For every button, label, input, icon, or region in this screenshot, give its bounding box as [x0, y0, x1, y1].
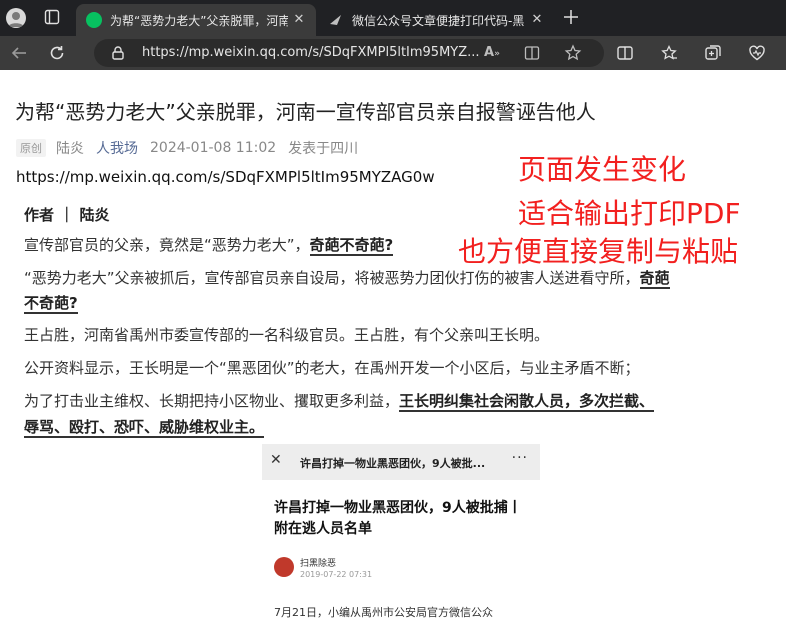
site-favicon-icon — [328, 12, 344, 28]
paragraph-1-emphasis: 奇葩不奇葩? — [309, 236, 394, 256]
card-account: 扫黑除恶 — [300, 559, 337, 569]
favorites-icon[interactable] — [660, 44, 678, 62]
back-arrow-icon[interactable] — [10, 44, 28, 62]
author-name: 陆炎 — [56, 141, 84, 157]
paragraph-5-text: 为了打击业主维权、长期把持小区物业、攫取更多利益， — [24, 392, 400, 410]
paragraph-2-cont: 不奇葩? — [24, 292, 78, 314]
paragraph-1: 宣传部官员的父亲，竟然是“恶势力老大”，奇葩不奇葩? — [24, 234, 394, 256]
paragraph-1-text: 宣传部官员的父亲，竟然是“恶势力老大”， — [24, 236, 310, 254]
original-badge: 原创 — [16, 139, 46, 157]
tab-article[interactable]: 为帮“恶势力老大”父亲脱罪，河南 ✕ — [76, 4, 316, 36]
tab-bar: 为帮“恶势力老大”父亲脱罪，河南 ✕ 微信公众号文章便捷打印代码-黑 ✕ — [0, 0, 786, 36]
tab-actions-icon[interactable] — [44, 9, 60, 25]
card-date: 2019-07-22 07:31 — [300, 570, 373, 579]
tab-article-label: 为帮“恶势力老大”父亲脱罪，河南 — [110, 13, 288, 28]
profile-avatar-icon[interactable] — [6, 8, 26, 28]
refresh-icon[interactable] — [48, 44, 66, 62]
paragraph-2: “恶势力老大”父亲被抓后，宣传部官员亲自设局，将被恶势力团伙打伤的被害人送进看守… — [24, 267, 670, 289]
lock-icon[interactable] — [110, 45, 126, 61]
address-field[interactable]: https://mp.weixin.qq.com/s/SDqFXMPl5ltIm… — [94, 39, 604, 67]
close-tab-icon[interactable]: ✕ — [528, 11, 546, 29]
paragraph-2-emphasis: 奇葩 — [639, 269, 670, 289]
immersive-reader-icon[interactable] — [524, 45, 540, 61]
more-options-icon[interactable]: ··· — [512, 450, 528, 466]
article-page: 为帮“恶势力老大”父亲脱罪，河南一宣传部官员亲自报警诬告他人 原创 陆炎 人我场… — [0, 70, 786, 623]
overlay-line-1: 页面发生变化 — [518, 153, 687, 186]
toolbar: https://mp.weixin.qq.com/s/SDqFXMPl5ltIm… — [0, 36, 786, 70]
paragraph-3: 王占胜，河南省禹州市委宣传部的一名科级官员。王占胜，有个父亲叫王长明。 — [24, 326, 550, 344]
account-avatar — [274, 557, 294, 577]
browser-essentials-icon[interactable] — [748, 44, 766, 62]
collections-icon[interactable] — [704, 44, 722, 62]
overlay-line-2: 适合输出打印PDF — [518, 197, 741, 230]
paragraph-5: 为了打击业主维权、长期把持小区物业、攫取更多利益，王长明纠集社会闲散人员，多次拦… — [24, 390, 655, 412]
overlay-line-3: 也方便直接复制与粘贴 — [458, 235, 739, 268]
card-header: ✕ 许昌打掉一物业黑恶团伙，9人被批... ··· — [262, 444, 540, 480]
card-text: 7月21日，小编从禹州市公安局官方微信公众 — [274, 606, 493, 619]
card-header-title: 许昌打掉一物业黑恶团伙，9人被批... — [300, 457, 486, 470]
paragraph-2-emphasis-cont: 不奇葩? — [24, 294, 78, 314]
account-link[interactable]: 人我场 — [96, 138, 138, 158]
paragraph-5-emphasis: 王长明纠集社会闲散人员，多次拦截、 — [399, 392, 655, 412]
address-url: https://mp.weixin.qq.com/s/SDqFXMPl5ltIm… — [142, 45, 480, 60]
paragraph-5-emphasis-cont: 辱骂、殴打、恐吓、威胁维权业主。 — [24, 418, 265, 438]
tab-print-code-label: 微信公众号文章便捷打印代码-黑 — [352, 13, 525, 28]
article-meta: 原创 陆炎 人我场 2024-01-08 11:02 发表于四川 — [16, 138, 358, 158]
extensions-icon[interactable] — [564, 44, 582, 62]
wechat-icon — [86, 12, 102, 28]
read-aloud-icon[interactable]: A» — [484, 45, 500, 61]
source-url: https://mp.weixin.qq.com/s/SDqFXMPl5ltIm… — [16, 168, 435, 186]
embedded-article-card[interactable]: ✕ 许昌打掉一物业黑恶团伙，9人被批... ··· 许昌打掉一物业黑恶团伙，9人… — [262, 444, 540, 623]
close-icon[interactable]: ✕ — [270, 452, 282, 468]
paragraph-5-cont: 辱骂、殴打、恐吓、威胁维权业主。 — [24, 416, 265, 438]
paragraph-2-text: “恶势力老大”父亲被抓后，宣传部官员亲自设局，将被恶势力团伙打伤的被害人送进看守… — [24, 269, 640, 287]
publish-time: 2024-01-08 11:02 — [150, 140, 277, 156]
tab-print-code[interactable]: 微信公众号文章便捷打印代码-黑 ✕ — [318, 4, 554, 36]
publish-location: 发表于四川 — [288, 141, 359, 157]
byline: 作者 ｜ 陆炎 — [24, 206, 110, 224]
paragraph-4: 公开资料显示，王长明是一个“黑恶团伙”的老大，在禹州开发一个小区后，与业主矛盾不… — [24, 359, 640, 377]
card-title: 许昌打掉一物业黑恶团伙，9人被批捕丨附在逃人员名单 — [274, 500, 522, 537]
split-screen-icon[interactable] — [616, 44, 634, 62]
new-tab-icon[interactable] — [562, 8, 580, 26]
article-title: 为帮“恶势力老大”父亲脱罪，河南一宣传部官员亲自报警诬告他人 — [15, 100, 596, 124]
close-tab-icon[interactable]: ✕ — [290, 11, 308, 29]
